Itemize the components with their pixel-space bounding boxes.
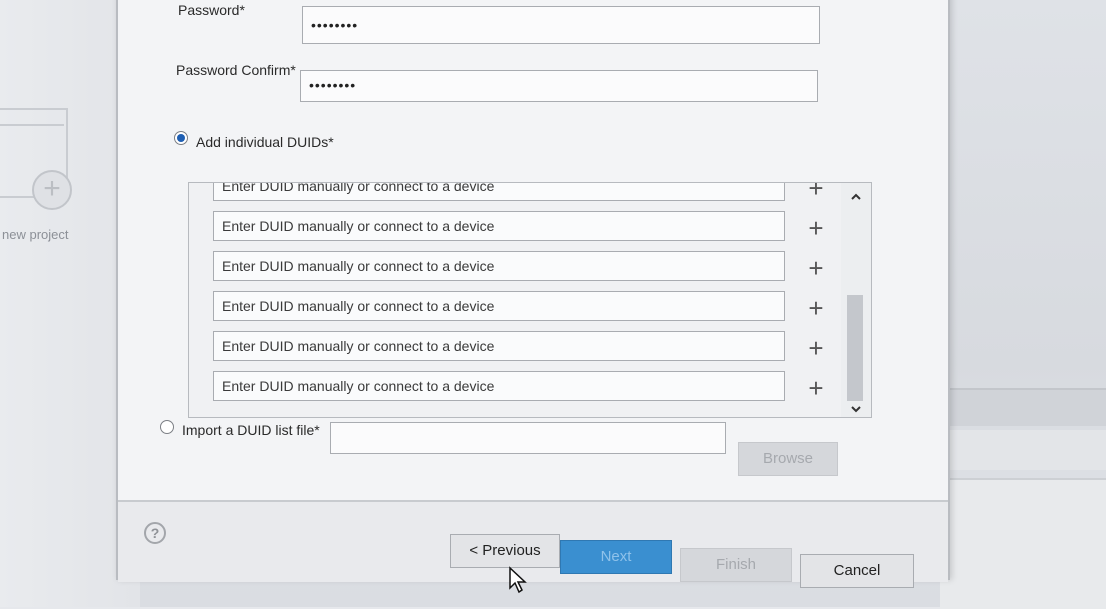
add-duid-plus-icon[interactable]: + bbox=[803, 215, 829, 241]
chevron-up-icon[interactable] bbox=[849, 191, 863, 205]
next-button[interactable]: Next bbox=[560, 540, 672, 574]
background-band bbox=[940, 430, 1106, 470]
scrollbar-thumb[interactable] bbox=[847, 295, 863, 401]
help-icon[interactable]: ? bbox=[144, 522, 166, 544]
background-right-panel bbox=[940, 0, 1106, 609]
mouse-cursor-icon bbox=[509, 566, 527, 594]
new-project-plus-icon[interactable]: + bbox=[32, 170, 72, 210]
import-file-path-input[interactable] bbox=[330, 422, 726, 454]
add-duid-plus-icon[interactable]: + bbox=[803, 335, 829, 361]
add-duid-plus-icon[interactable]: + bbox=[803, 375, 829, 401]
duid-input[interactable]: Enter DUID manually or connect to a devi… bbox=[213, 291, 785, 321]
duid-row: Enter DUID manually or connect to a devi… bbox=[213, 291, 824, 321]
chevron-down-icon[interactable] bbox=[849, 403, 863, 417]
duid-input[interactable]: Enter DUID manually or connect to a devi… bbox=[213, 371, 785, 401]
duid-input[interactable]: Enter DUID manually or connect to a devi… bbox=[213, 211, 785, 241]
add-duid-plus-icon[interactable]: + bbox=[803, 255, 829, 281]
duid-row: Enter DUID manually or connect to a devi… bbox=[213, 183, 824, 201]
duid-row: Enter DUID manually or connect to a devi… bbox=[213, 331, 824, 361]
cancel-button[interactable]: Cancel bbox=[800, 554, 914, 588]
password-field[interactable]: •••••••• bbox=[302, 6, 820, 44]
duid-row: Enter DUID manually or connect to a devi… bbox=[213, 211, 824, 241]
duid-list-scrollbar[interactable] bbox=[841, 183, 871, 417]
background-card-divider bbox=[0, 124, 64, 126]
background-band bbox=[940, 388, 1106, 426]
add-individual-duids-radio[interactable] bbox=[174, 131, 188, 145]
import-duid-list-label: Import a DUID list file* bbox=[182, 422, 320, 438]
add-duid-plus-icon[interactable]: + bbox=[803, 295, 829, 321]
duid-list: Enter DUID manually or connect to a devi… bbox=[188, 182, 872, 418]
add-duid-plus-icon[interactable]: + bbox=[803, 183, 829, 201]
duid-wizard-dialog: Password* •••••••• Password Confirm* •••… bbox=[116, 0, 950, 588]
password-label: Password* bbox=[178, 2, 245, 18]
duid-input[interactable]: Enter DUID manually or connect to a devi… bbox=[213, 331, 785, 361]
browse-button[interactable]: Browse bbox=[738, 442, 838, 476]
password-confirm-label: Password Confirm* bbox=[176, 62, 296, 78]
duid-row: Enter DUID manually or connect to a devi… bbox=[213, 371, 824, 401]
add-individual-duids-label: Add individual DUIDs* bbox=[196, 134, 334, 150]
duid-row: Enter DUID manually or connect to a devi… bbox=[213, 251, 824, 281]
import-duid-list-radio[interactable] bbox=[160, 420, 174, 434]
duid-input[interactable]: Enter DUID manually or connect to a devi… bbox=[213, 183, 785, 201]
duid-input[interactable]: Enter DUID manually or connect to a devi… bbox=[213, 251, 785, 281]
finish-button[interactable]: Finish bbox=[680, 548, 792, 582]
password-confirm-field[interactable]: •••••••• bbox=[300, 70, 818, 102]
previous-button[interactable]: < Previous bbox=[450, 534, 560, 568]
background-band bbox=[940, 478, 1106, 609]
new-project-label: new project bbox=[2, 227, 69, 242]
